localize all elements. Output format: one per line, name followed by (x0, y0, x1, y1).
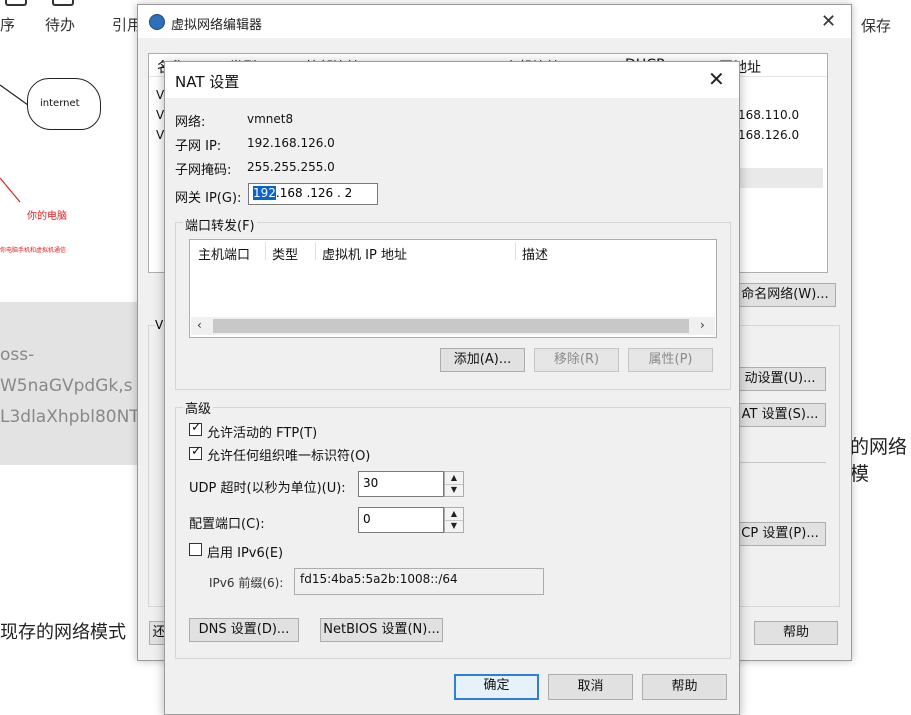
toolbar-item-save[interactable]: 保存 (861, 15, 891, 36)
config-port-label: 配置端口(C): (189, 517, 265, 532)
subnet-mask-value: 255.255.255.0 (247, 160, 335, 174)
remove-port-button[interactable]: 移除(R) (534, 348, 619, 372)
config-port-spin: ▲ ▼ (444, 507, 464, 533)
enable-ipv6-label[interactable]: 启用 IPv6(E) (207, 542, 283, 561)
allow-oui-label[interactable]: 允许任何组织唯一标识符(O) (207, 445, 370, 464)
code-line: L3dlaXhpbl80NT (0, 407, 140, 427)
gateway-ip-selected: 192 (253, 186, 276, 200)
network-row-subnet[interactable]: 168.126.0 (738, 128, 799, 142)
netbios-settings-button[interactable]: NetBIOS 设置(N)... (320, 618, 443, 642)
cancel-button[interactable]: 取消 (548, 674, 633, 700)
column-separator (265, 242, 266, 260)
config-port-stepper[interactable]: 0 ▲ ▼ (358, 507, 464, 533)
vne-window-title: 虚拟网络编辑器 (171, 18, 263, 33)
column-host-port[interactable]: 主机端口 (198, 244, 250, 263)
allow-oui-checkbox[interactable]: ✓ (189, 444, 202, 460)
nat-titlebar: NAT 设置 ✕ (165, 62, 739, 98)
udp-timeout-label: UDP 超时(以秒为单位)(U): (189, 481, 346, 496)
scroll-right-icon[interactable]: › (700, 318, 705, 332)
gateway-label: 网关 IP(G): (175, 191, 242, 206)
ok-button[interactable]: 确定 (454, 674, 539, 700)
subnet-ip-label: 子网 IP: (175, 139, 222, 154)
spin-down-icon[interactable]: ▼ (445, 484, 463, 496)
vnet-info-label: V (155, 318, 164, 332)
auto-settings-button[interactable]: 动设置(U)... (734, 367, 826, 391)
checkmark-icon: ✓ (191, 420, 202, 435)
subnet-ip-value: 192.168.126.0 (247, 136, 335, 150)
allow-ftp-checkbox[interactable]: ✓ (189, 420, 202, 436)
dns-settings-button[interactable]: DNS 设置(D)... (189, 618, 299, 642)
page-right-strip: 保存 的网络模 (850, 0, 911, 715)
allow-ftp-label[interactable]: 允许活动的 FTP(T) (207, 422, 317, 441)
help-button[interactable]: 帮助 (642, 674, 727, 700)
scroll-left-icon[interactable]: ‹ (197, 318, 202, 332)
checkmark-icon: ✓ (191, 444, 202, 459)
code-block: oss- W5naGVpdGk,s L3dlaXhpbl80NT (0, 302, 150, 465)
network-row-subnet[interactable]: 168.110.0 (738, 108, 799, 122)
nat-settings-dialog: NAT 设置 ✕ 网络: vmnet8 子网 IP: 192.168.126.0… (164, 61, 740, 715)
diagram-caption: 你电脑手机和虚拟机通信 (0, 247, 67, 254)
column-type[interactable]: 类型 (272, 244, 298, 263)
advanced-label: 高级 (183, 398, 214, 417)
article-text: 现存的网络模式 (0, 622, 126, 643)
ipv6-prefix-label: IPv6 前缀(6): (209, 576, 284, 590)
code-line: oss- (0, 345, 35, 365)
udp-timeout-stepper[interactable]: 30 ▲ ▼ (358, 471, 464, 497)
column-separator (515, 242, 516, 260)
todo-icon (52, 0, 74, 6)
dhcp-settings-button[interactable]: CP 设置(P)... (734, 522, 826, 546)
internet-label: internet (40, 98, 80, 109)
gateway-ip-rest: .168 .126 . 2 (275, 186, 353, 200)
divider (738, 462, 826, 463)
vne-close-icon[interactable]: ✕ (821, 11, 836, 32)
ipv6-prefix-field[interactable]: fd15:4ba5:5a2b:1008::/64 (294, 568, 544, 595)
network-row-name[interactable]: V (156, 128, 164, 142)
port-properties-button[interactable]: 属性(P) (628, 348, 713, 372)
add-port-button[interactable]: 添加(A)... (440, 348, 525, 372)
port-forwarding-label: 端口转发(F) (183, 215, 257, 234)
rename-network-button[interactable]: 命名网络(W)... (734, 283, 836, 307)
scrollbar-thumb[interactable] (213, 319, 689, 333)
horizontal-scrollbar[interactable]: ‹ › (191, 317, 715, 335)
toolbar-icon (5, 0, 27, 6)
toolbar-item-todo[interactable]: 待办 (45, 14, 75, 35)
vmware-app-icon (149, 14, 165, 30)
udp-timeout-input[interactable]: 30 (358, 471, 444, 497)
port-forwarding-table[interactable]: 主机端口 类型 虚拟机 IP 地址 描述 ‹ › (189, 239, 717, 338)
gateway-ip-field[interactable]: 192.168 .126 . 2 (248, 183, 378, 205)
article-text-right: 的网络模 (850, 436, 908, 485)
column-separator (315, 242, 316, 260)
nat-close-icon[interactable]: ✕ (708, 67, 725, 91)
network-label: 网络: (175, 115, 206, 130)
network-row-name[interactable]: V (156, 88, 164, 102)
column-vm-ip[interactable]: 虚拟机 IP 地址 (322, 244, 407, 263)
vne-help-button[interactable]: 帮助 (754, 621, 838, 645)
network-row-name[interactable]: V (156, 108, 164, 122)
toolbar-item-label[interactable]: 序 (0, 14, 15, 35)
config-port-input[interactable]: 0 (358, 507, 444, 533)
vne-titlebar: 虚拟网络编辑器 ✕ (138, 5, 851, 38)
spin-down-icon[interactable]: ▼ (445, 520, 463, 532)
column-description[interactable]: 描述 (522, 244, 548, 263)
nat-settings-button[interactable]: AT 设置(S)... (734, 403, 826, 427)
network-value: vmnet8 (247, 112, 294, 126)
computer-label: 你的电脑 (27, 211, 67, 222)
nat-dialog-title: NAT 设置 (175, 73, 240, 91)
enable-ipv6-checkbox[interactable] (189, 543, 202, 556)
code-line: W5naGVpdGk,s (0, 376, 133, 396)
subnet-mask-label: 子网掩码: (175, 163, 232, 178)
udp-timeout-spin: ▲ ▼ (444, 471, 464, 497)
